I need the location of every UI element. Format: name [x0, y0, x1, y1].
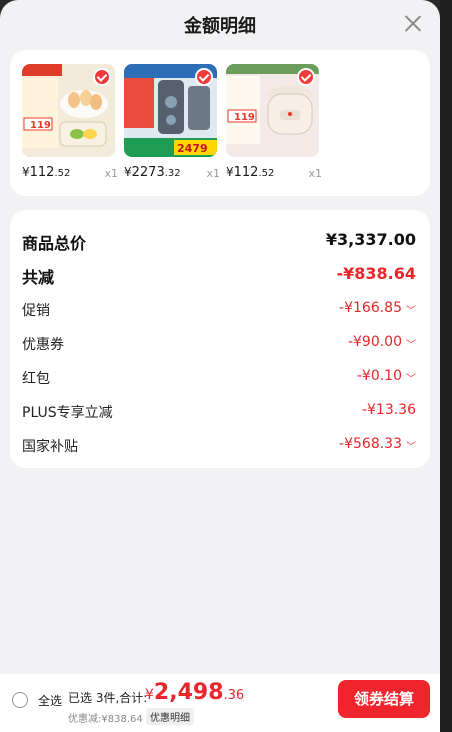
- total-reduction-value: -¥838.64: [336, 264, 416, 283]
- sheet-title: 金额明细: [184, 16, 256, 37]
- close-icon[interactable]: [404, 14, 422, 32]
- amount-detail-sheet: 金额明细 119 ¥112.52 x1 2479 ¥2273.32 x1 119…: [0, 0, 440, 732]
- promotion-row[interactable]: 促销 -¥166.85 ﹀: [22, 298, 416, 322]
- grand-total: ¥2,498.36: [145, 680, 245, 705]
- promotion-value: -¥166.85: [339, 300, 402, 316]
- plus-discount-row: PLUS专享立减 -¥13.36: [22, 400, 416, 424]
- national-subsidy-label: 国家补贴: [22, 439, 78, 455]
- national-subsidy-value: -¥568.33: [339, 436, 402, 452]
- red-packet-value: -¥0.10: [356, 368, 402, 384]
- product-quantity: x1: [104, 167, 118, 180]
- product-image-egg-steamer[interactable]: 119: [22, 64, 115, 157]
- coupon-row[interactable]: 优惠券 -¥90.00 ﹀: [22, 332, 416, 356]
- coupon-label: 优惠券: [22, 337, 64, 353]
- selected-summary: 已选 3件,合计:: [68, 691, 148, 705]
- checkout-button[interactable]: 领券结算: [338, 680, 430, 718]
- product-item[interactable]: 119 ¥112.52 x1: [22, 64, 118, 185]
- red-packet-row[interactable]: 红包 -¥0.10 ﹀: [22, 366, 416, 390]
- select-all-radio[interactable]: [12, 692, 28, 708]
- selected-check-icon: [297, 68, 315, 86]
- selected-check-icon: [93, 68, 111, 86]
- total-reduction-row: 共减 -¥838.64: [22, 262, 416, 287]
- product-image-water-purifier[interactable]: 2479: [124, 64, 217, 157]
- goods-total-value: ¥3,337.00: [325, 230, 416, 249]
- product-price-row: ¥112.52 x1: [22, 165, 118, 185]
- product-image-rice-cooker[interactable]: 119: [226, 64, 319, 157]
- svg-text:119: 119: [234, 112, 255, 123]
- background-edge: [440, 0, 452, 732]
- product-quantity: x1: [206, 167, 220, 180]
- coupon-value: -¥90.00: [347, 334, 402, 350]
- chevron-down-icon[interactable]: ﹀: [406, 302, 416, 317]
- product-quantity: x1: [308, 167, 322, 180]
- goods-total-row: 商品总价 ¥3,337.00: [22, 228, 416, 253]
- chevron-down-icon[interactable]: ﹀: [406, 336, 416, 351]
- discount-detail-link[interactable]: 优惠明细: [146, 708, 194, 725]
- total-reduction-label: 共减: [22, 268, 55, 287]
- svg-text:119: 119: [30, 120, 51, 131]
- red-packet-label: 红包: [22, 371, 50, 387]
- product-price: ¥112.52: [22, 165, 71, 180]
- product-price-row: ¥112.52 x1: [226, 165, 322, 185]
- checkout-bar: 全选 已选 3件,合计: ¥2,498.36 优惠减:¥838.64 优惠明细 …: [0, 674, 440, 732]
- sheet-header: 金额明细: [0, 0, 440, 46]
- national-subsidy-row[interactable]: 国家补贴 -¥568.33 ﹀: [22, 434, 416, 458]
- discount-summary: 优惠减:¥838.64: [68, 714, 143, 725]
- selected-check-icon: [195, 68, 213, 86]
- product-price: ¥112.52: [226, 165, 275, 180]
- product-price: ¥2273.32: [124, 165, 181, 180]
- plus-discount-value: -¥13.36: [361, 402, 416, 418]
- plus-discount-label: PLUS专享立减: [22, 405, 113, 421]
- svg-text:2479: 2479: [177, 142, 208, 155]
- product-item[interactable]: 119 ¥112.52 x1: [226, 64, 322, 185]
- products-card: 119 ¥112.52 x1 2479 ¥2273.32 x1 119 ¥112…: [10, 50, 430, 196]
- goods-total-label: 商品总价: [22, 234, 87, 253]
- amount-details-card: 商品总价 ¥3,337.00 共减 -¥838.64 促销 -¥166.85 ﹀…: [10, 210, 430, 468]
- chevron-down-icon[interactable]: ﹀: [406, 438, 416, 453]
- chevron-down-icon[interactable]: ﹀: [406, 370, 416, 385]
- promotion-label: 促销: [22, 303, 50, 319]
- product-price-row: ¥2273.32 x1: [124, 165, 220, 185]
- product-item[interactable]: 2479 ¥2273.32 x1: [124, 64, 220, 185]
- select-all-label[interactable]: 全选: [38, 692, 62, 709]
